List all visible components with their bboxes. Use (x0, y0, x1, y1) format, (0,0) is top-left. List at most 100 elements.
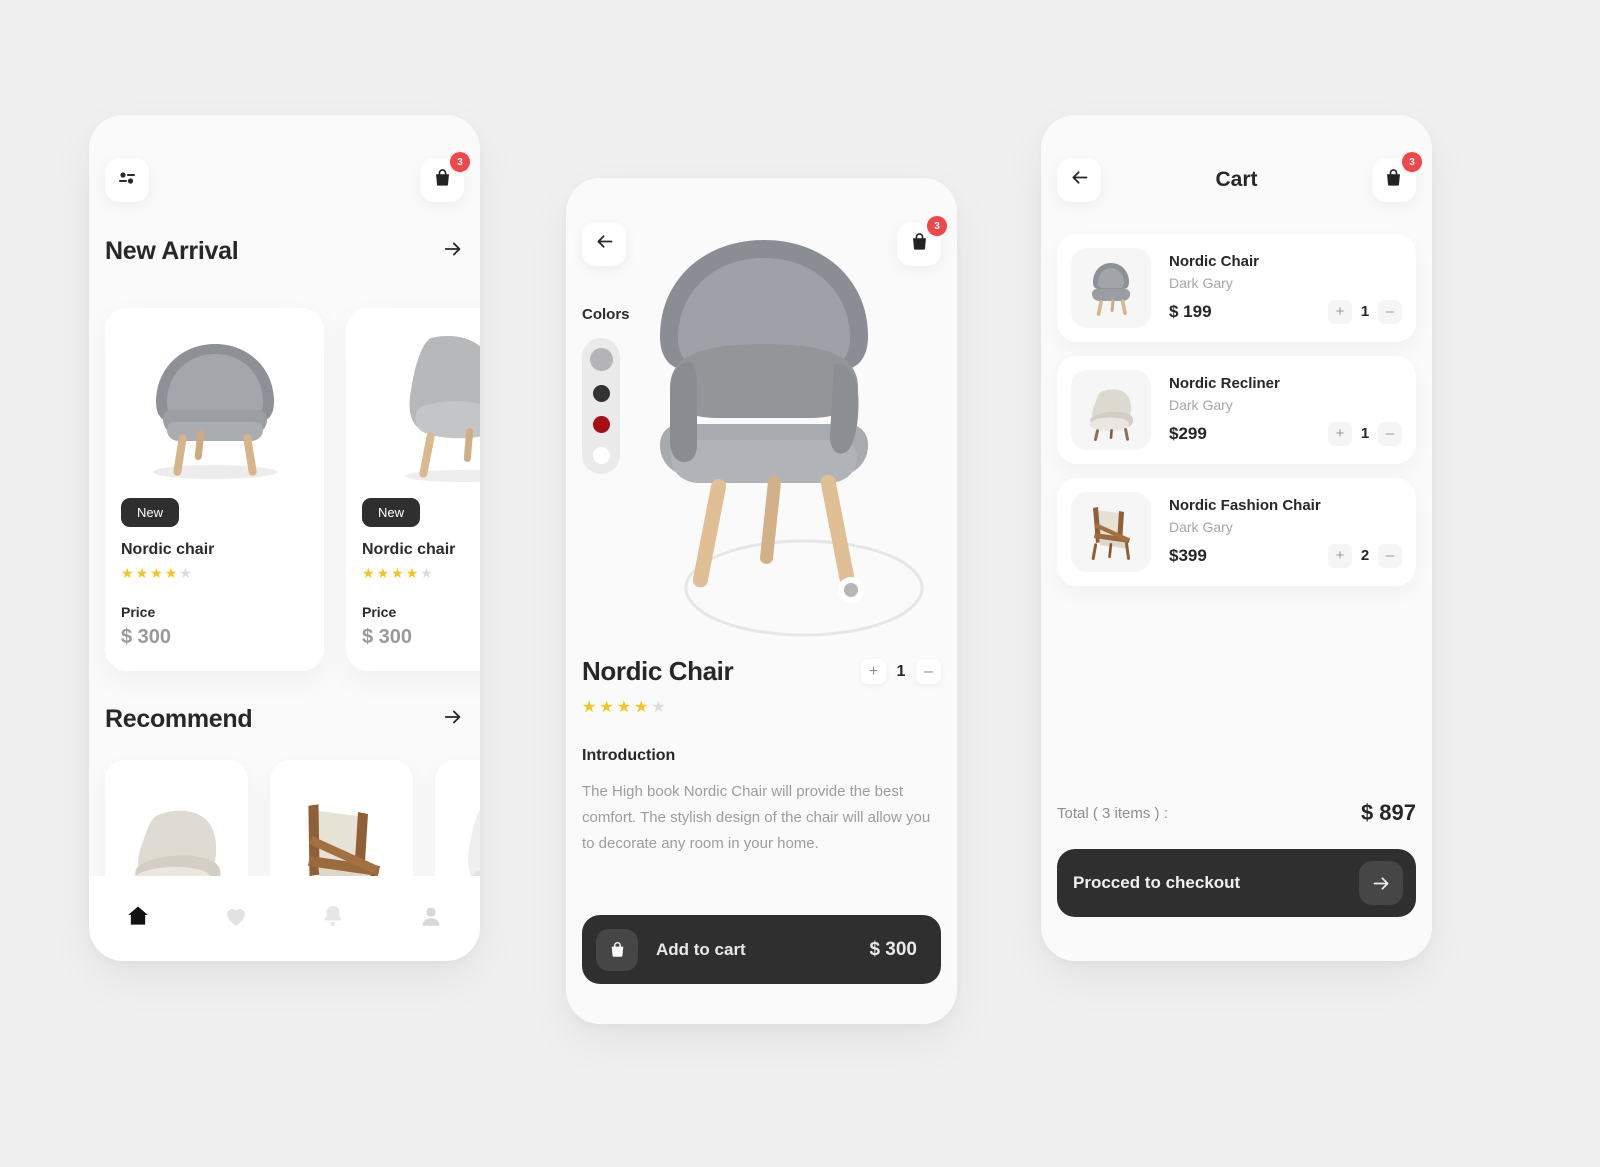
cart-item[interactable]: Nordic Fashion Chair Dark Gary $399 + 2 … (1057, 478, 1416, 586)
color-selector[interactable] (582, 338, 620, 474)
cart-item-bottom: $ 199 + 1 – (1169, 299, 1402, 324)
arrow-right-icon (442, 238, 464, 265)
product-card[interactable]: New Nordic chair ★★★★★ Price $ 300 (346, 308, 480, 671)
product-price-label: Price (121, 604, 156, 620)
product-title: Nordic Chair (582, 656, 734, 686)
color-swatch-white[interactable] (592, 447, 610, 464)
quantity-value: 2 (1360, 547, 1370, 564)
cart-item-thumbnail (1071, 370, 1151, 450)
home-icon (125, 903, 151, 934)
product-image (346, 308, 480, 488)
cart-item-info: Nordic Recliner Dark Gary $299 + 1 – (1169, 375, 1402, 446)
cart-item-name: Nordic Fashion Chair (1169, 496, 1321, 514)
bell-icon (320, 903, 346, 934)
arrow-right-icon (442, 706, 464, 733)
cart-item-info: Nordic Fashion Chair Dark Gary $399 + 2 … (1169, 497, 1402, 568)
home-topbar: 3 (105, 152, 470, 202)
cart-total-label: Total ( 3 items ) : (1057, 804, 1168, 822)
page-title: Cart (1215, 168, 1258, 191)
quantity-value: 1 (1360, 303, 1370, 320)
section-title-recommend: Recommend (105, 705, 253, 733)
cart-item[interactable]: Nordic Chair Dark Gary $ 199 + 1 – (1057, 234, 1416, 342)
cart-item-name: Nordic Recliner (1169, 374, 1280, 392)
add-to-cart-button[interactable]: Add to cart $ 300 (582, 915, 941, 984)
product-price: $ 300 (362, 626, 413, 648)
checkout-label: Procced to checkout (1073, 873, 1241, 892)
quantity-stepper[interactable]: + 1 – (861, 659, 941, 684)
cart-button[interactable]: 3 (1371, 152, 1422, 202)
introduction-heading: Introduction (582, 747, 676, 764)
nav-item-favorites[interactable] (223, 903, 249, 934)
quantity-stepper[interactable]: + 1 – (1328, 299, 1402, 324)
quantity-increase-button[interactable]: + (1328, 421, 1352, 446)
phone-screen-cart: Cart 3 Nordic Chair Dark Gary $ 199 + 1 … (1041, 115, 1432, 961)
product-rating: ★★★★★ (582, 699, 669, 716)
cart-total-row: Total ( 3 items ) : $ 897 (1057, 800, 1416, 826)
cart-item-color: Dark Gary (1169, 396, 1233, 413)
nav-item-profile[interactable] (418, 903, 444, 934)
arrow-left-icon (594, 231, 615, 257)
section-title-new-arrival: New Arrival (105, 237, 239, 265)
cart-item-thumbnail (1071, 248, 1151, 328)
back-button[interactable] (582, 222, 626, 266)
proceed-to-checkout-button[interactable]: Procced to checkout (1057, 849, 1416, 917)
cart-badge: 3 (927, 216, 947, 236)
shopping-bag-icon (1384, 168, 1403, 192)
color-swatch-black[interactable] (592, 385, 610, 402)
cart-item-list: Nordic Chair Dark Gary $ 199 + 1 – Nordi… (1057, 234, 1416, 600)
arrow-left-icon (1069, 167, 1090, 193)
cart-button[interactable]: 3 (420, 152, 470, 202)
new-arrival-card-row[interactable]: New Nordic chair ★★★★★ Price $ 300 New N… (105, 308, 480, 671)
wood-frame-lounge-chair-image (1091, 507, 1131, 560)
quantity-decrease-button[interactable]: – (1378, 299, 1402, 324)
quantity-decrease-button[interactable]: – (1378, 421, 1402, 446)
quantity-decrease-button[interactable]: – (916, 659, 941, 684)
add-to-cart-price: $ 300 (869, 938, 917, 960)
nav-item-notifications[interactable] (320, 903, 346, 934)
product-meta: New Nordic chair ★★★★★ Price $ 300 (105, 488, 324, 671)
cart-item-bottom: $299 + 1 – (1169, 421, 1402, 446)
section-header-new-arrival: New Arrival (89, 237, 480, 266)
detail-title-row: Nordic Chair + 1 – (582, 656, 941, 687)
cart-item[interactable]: Nordic Recliner Dark Gary $299 + 1 – (1057, 356, 1416, 464)
cart-item-info: Nordic Chair Dark Gary $ 199 + 1 – (1169, 253, 1402, 324)
cart-item-price: $ 199 (1169, 301, 1212, 321)
introduction-text: The High book Nordic Chair will provide … (582, 783, 931, 852)
product-badge-new: New (362, 498, 421, 527)
heart-icon (223, 903, 249, 934)
detail-topbar: 3 (582, 216, 947, 266)
shopping-bag-icon (596, 928, 638, 971)
quantity-increase-button[interactable]: + (1328, 299, 1352, 324)
detail-body: Nordic Chair + 1 – ★★★★★ Introduction Th… (582, 656, 941, 856)
cart-item-thumbnail (1071, 492, 1151, 572)
quantity-increase-button[interactable]: + (1328, 543, 1352, 568)
quantity-value: 1 (896, 662, 906, 680)
cart-item-price: $399 (1169, 545, 1207, 565)
cart-item-color: Dark Gary (1169, 518, 1233, 535)
product-rating: ★★★★★ (362, 565, 435, 581)
arrow-right-icon (1359, 861, 1403, 905)
cart-badge: 3 (1401, 152, 1422, 172)
color-swatch-red[interactable] (592, 416, 610, 433)
cart-button[interactable]: 3 (897, 216, 947, 266)
add-to-cart-label: Add to cart (656, 939, 746, 959)
back-button[interactable] (1057, 158, 1101, 202)
quantity-increase-button[interactable]: + (861, 659, 886, 684)
product-badge-new: New (121, 498, 180, 527)
quantity-stepper[interactable]: + 2 – (1328, 543, 1402, 568)
color-swatch-gray[interactable] (589, 348, 613, 371)
cart-item-name: Nordic Chair (1169, 252, 1260, 270)
shopping-bag-icon (433, 168, 452, 192)
product-name: Nordic chair (362, 541, 456, 558)
new-arrival-see-all-button[interactable] (442, 238, 464, 265)
cart-item-color: Dark Gary (1169, 274, 1233, 291)
quantity-stepper[interactable]: + 1 – (1328, 421, 1402, 446)
product-rating: ★★★★★ (121, 565, 194, 581)
quantity-decrease-button[interactable]: – (1378, 543, 1402, 568)
product-card[interactable]: New Nordic chair ★★★★★ Price $ 300 (105, 308, 324, 671)
nav-item-home[interactable] (125, 903, 151, 934)
filter-button[interactable] (105, 158, 149, 202)
recommend-see-all-button[interactable] (442, 706, 464, 733)
product-image (105, 308, 324, 488)
cart-total-value: $ 897 (1360, 800, 1416, 825)
